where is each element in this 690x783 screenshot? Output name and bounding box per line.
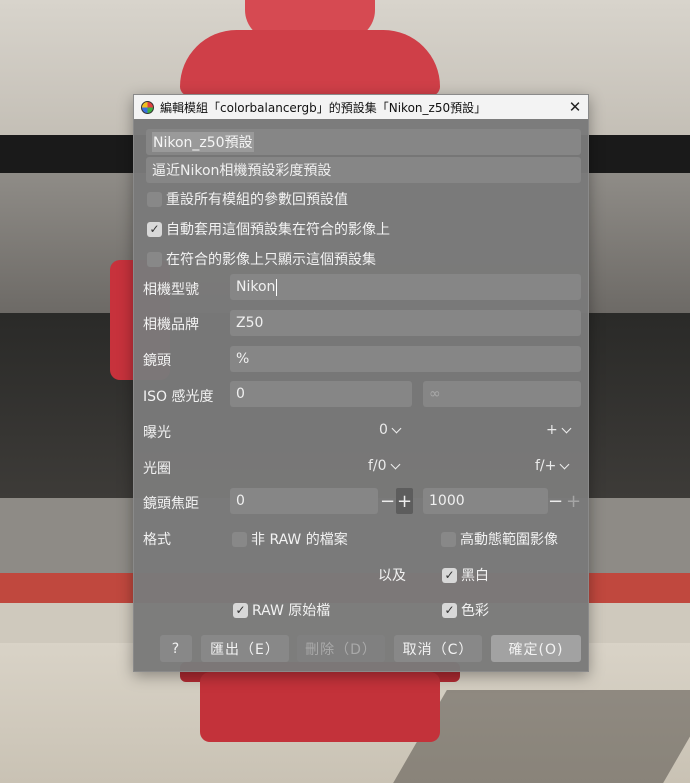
hydrant-base	[200, 672, 440, 742]
and-label: 以及	[378, 568, 406, 584]
preset-name-text: Nikon_z50預設	[152, 132, 254, 152]
maker-value: Nikon	[236, 279, 276, 295]
aperture-label: 光圈	[143, 461, 171, 477]
checkbox-checked-icon: ✓	[233, 602, 248, 618]
app-icon	[141, 100, 154, 114]
chevron-down-icon	[391, 423, 402, 433]
maker-label: 相機型號	[143, 282, 199, 298]
preset-description-field[interactable]: 逼近Nikon相機預設彩度預設	[146, 157, 581, 183]
delete-button[interactable]: 刪除（D）	[297, 635, 385, 662]
checkbox-checked-icon: ✓	[442, 602, 457, 618]
auto-apply-checkbox[interactable]: ✓ 自動套用這個預設集在符合的影像上	[147, 219, 390, 239]
non-raw-label: 非 RAW 的檔案	[251, 532, 348, 548]
hdr-label: 高動態範圍影像	[460, 532, 558, 548]
lens-input[interactable]: %	[230, 346, 581, 372]
chevron-down-icon	[390, 459, 401, 469]
ok-button[interactable]: 確定(O)	[491, 635, 581, 662]
focal-length-label: 鏡頭焦距	[143, 496, 199, 512]
checkbox-checked-icon: ✓	[147, 221, 162, 237]
raw-checkbox[interactable]: ✓ RAW 原始檔	[233, 600, 330, 620]
focal-min-input[interactable]: 0	[230, 488, 378, 514]
raw-label: RAW 原始檔	[252, 603, 331, 619]
focal-max-decrement-button[interactable]: −	[547, 488, 564, 514]
checkbox-icon	[232, 531, 247, 547]
aperture-max-value: f/+	[535, 458, 557, 474]
iso-label: ISO 感光度	[143, 389, 214, 405]
checkbox-icon	[147, 251, 162, 267]
only-show-label: 在符合的影像上只顯示這個預設集	[166, 252, 376, 268]
cancel-button[interactable]: 取消（C）	[394, 635, 482, 662]
aperture-max-dropdown[interactable]: f/+	[535, 458, 570, 474]
exposure-label: 曝光	[143, 425, 171, 441]
exposure-min-dropdown[interactable]: 0	[379, 422, 402, 438]
aperture-min-value: f/0	[368, 458, 387, 474]
focal-min-increment-button[interactable]: +	[396, 488, 413, 514]
chevron-down-icon	[561, 423, 572, 433]
monochrome-label: 黑白	[461, 568, 489, 584]
exposure-max-dropdown[interactable]: +	[546, 422, 572, 438]
edit-preset-dialog: 編輯模組「colorbalancergb」的預設集「Nikon_z50預設」 ✕…	[133, 94, 589, 672]
focal-max-increment-button[interactable]: +	[565, 488, 582, 514]
title-bar[interactable]: 編輯模組「colorbalancergb」的預設集「Nikon_z50預設」 ✕	[134, 95, 588, 119]
preset-name-field[interactable]: Nikon_z50預設	[146, 129, 581, 155]
iso-max-input[interactable]: ∞	[423, 381, 581, 407]
color-label: 色彩	[461, 603, 489, 619]
model-label: 相機品牌	[143, 317, 199, 333]
exposure-max-value: +	[546, 422, 558, 438]
close-button[interactable]: ✕	[562, 95, 588, 119]
export-button[interactable]: 匯出（E）	[201, 635, 289, 662]
checkbox-icon	[441, 531, 456, 547]
format-label: 格式	[143, 532, 171, 548]
aperture-min-dropdown[interactable]: f/0	[368, 458, 401, 474]
reset-params-checkbox[interactable]: 重設所有模組的參數回預設值	[147, 189, 348, 209]
maker-input[interactable]: Nikon	[230, 274, 581, 300]
chevron-down-icon	[559, 459, 570, 469]
auto-apply-label: 自動套用這個預設集在符合的影像上	[166, 222, 390, 238]
window-title: 編輯模組「colorbalancergb」的預設集「Nikon_z50預設」	[160, 100, 487, 115]
model-input[interactable]: Z50	[230, 310, 581, 336]
exposure-min-value: 0	[379, 422, 388, 438]
lens-label: 鏡頭	[143, 353, 171, 369]
non-raw-checkbox[interactable]: 非 RAW 的檔案	[232, 529, 348, 549]
monochrome-checkbox[interactable]: ✓ 黑白	[442, 565, 489, 585]
only-show-checkbox[interactable]: 在符合的影像上只顯示這個預設集	[147, 249, 376, 269]
color-checkbox[interactable]: ✓ 色彩	[442, 600, 489, 620]
text-caret	[276, 278, 278, 296]
reset-params-label: 重設所有模組的參數回預設值	[166, 192, 348, 208]
help-button[interactable]: ?	[160, 635, 192, 662]
iso-min-input[interactable]: 0	[230, 381, 412, 407]
hdr-checkbox[interactable]: 高動態範圍影像	[441, 529, 558, 549]
focal-max-input[interactable]: 1000	[423, 488, 548, 514]
hydrant-cap	[180, 30, 440, 96]
checkbox-icon	[147, 191, 162, 207]
focal-min-decrement-button[interactable]: −	[379, 488, 396, 514]
checkbox-checked-icon: ✓	[442, 567, 457, 583]
